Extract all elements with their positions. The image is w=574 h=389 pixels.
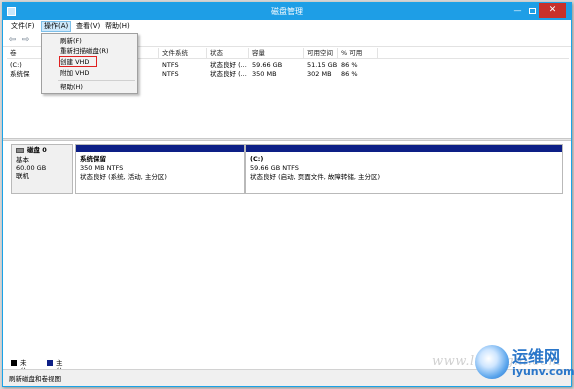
- pane-splitter[interactable]: [3, 138, 571, 141]
- volume-status: 状态良好 (...: [210, 70, 247, 78]
- menu-separator: [58, 80, 135, 81]
- menu-help[interactable]: 帮助(H): [103, 21, 132, 32]
- title-bar[interactable]: 磁盘管理 — ✕: [3, 3, 571, 20]
- disk-0-info[interactable]: 磁盘 0 基本 60.00 GB 联机: [11, 144, 73, 194]
- disk-management-window: 磁盘管理 — ✕ 文件(F) 操作(A) 查看(V) 帮助(H) ⇦ ⇨ 卷 文…: [2, 2, 572, 387]
- disk-name: 磁盘 0: [27, 146, 47, 154]
- partition-bar: [76, 145, 244, 152]
- watermark: www.lidongni.com 运维网 iyunv.com: [412, 340, 574, 386]
- legend-swatch-primary: [47, 360, 53, 366]
- action-menu-dropdown: 刷新(F) 重新扫描磁盘(R) 创建 VHD 附加 VHD 帮助(H): [41, 33, 138, 94]
- disk-status: 联机: [16, 172, 29, 180]
- partition-name: 系统保留: [80, 155, 106, 163]
- partition-system-reserved[interactable]: 系统保留 350 MB NTFS 状态良好 (系统, 活动, 主分区): [75, 144, 245, 194]
- volume-free-space: 302 MB: [307, 70, 332, 78]
- column-percent-free[interactable]: % 可用: [338, 48, 378, 59]
- volume-name: 系统保: [10, 70, 30, 78]
- maximize-icon: [529, 8, 536, 14]
- partition-c-drive[interactable]: (C:) 59.66 GB NTFS 状态良好 (启动, 页面文件, 故障转储,…: [245, 144, 563, 194]
- column-status[interactable]: 状态: [207, 48, 249, 59]
- watermark-domain: iyunv.com: [512, 365, 574, 378]
- partition-size: 350 MB NTFS: [80, 164, 124, 172]
- menu-item-create-vhd[interactable]: 创建 VHD: [60, 57, 89, 67]
- watermark-cn-text: 运维网: [512, 347, 561, 366]
- menu-item-help[interactable]: 帮助(H): [60, 82, 83, 92]
- menu-bar: 文件(F) 操作(A) 查看(V) 帮助(H): [3, 20, 571, 33]
- partition-bar: [246, 145, 562, 152]
- partition-status: 状态良好 (系统, 活动, 主分区): [80, 173, 167, 181]
- column-free-space[interactable]: 可用空间: [304, 48, 338, 59]
- legend-swatch-unallocated: [11, 360, 17, 366]
- column-volume[interactable]: 卷: [7, 48, 45, 59]
- menu-file[interactable]: 文件(F): [9, 21, 37, 32]
- partition-size: 59.66 GB NTFS: [250, 164, 299, 172]
- volume-filesystem: NTFS: [162, 70, 179, 78]
- forward-arrow-icon[interactable]: ⇨: [20, 35, 31, 45]
- menu-view[interactable]: 查看(V): [74, 21, 102, 32]
- menu-item-refresh[interactable]: 刷新(F): [60, 36, 82, 46]
- watermark-logo-icon: [475, 345, 509, 379]
- window-title: 磁盘管理: [271, 7, 303, 16]
- partition-name: (C:): [250, 155, 264, 163]
- back-arrow-icon[interactable]: ⇦: [7, 35, 18, 45]
- disk-graphical-view: 磁盘 0 基本 60.00 GB 联机 系统保留 350 MB NTFS 状态良…: [11, 144, 563, 194]
- volume-percent-free: 86 %: [341, 70, 358, 78]
- volume-capacity: 350 MB: [252, 70, 277, 78]
- status-text: 刷新磁盘和卷视图: [9, 375, 61, 383]
- maximize-button[interactable]: [527, 6, 538, 16]
- column-filesystem[interactable]: 文件系统: [159, 48, 207, 59]
- partition-status: 状态良好 (启动, 页面文件, 故障转储, 主分区): [250, 173, 381, 181]
- minimize-button[interactable]: —: [512, 6, 523, 16]
- close-button[interactable]: ✕: [539, 3, 566, 18]
- column-capacity[interactable]: 容量: [249, 48, 304, 59]
- menu-item-attach-vhd[interactable]: 附加 VHD: [60, 68, 89, 78]
- disk-icon: [16, 148, 24, 153]
- menu-action[interactable]: 操作(A): [41, 21, 72, 32]
- menu-item-rescan-disks[interactable]: 重新扫描磁盘(R): [60, 46, 109, 56]
